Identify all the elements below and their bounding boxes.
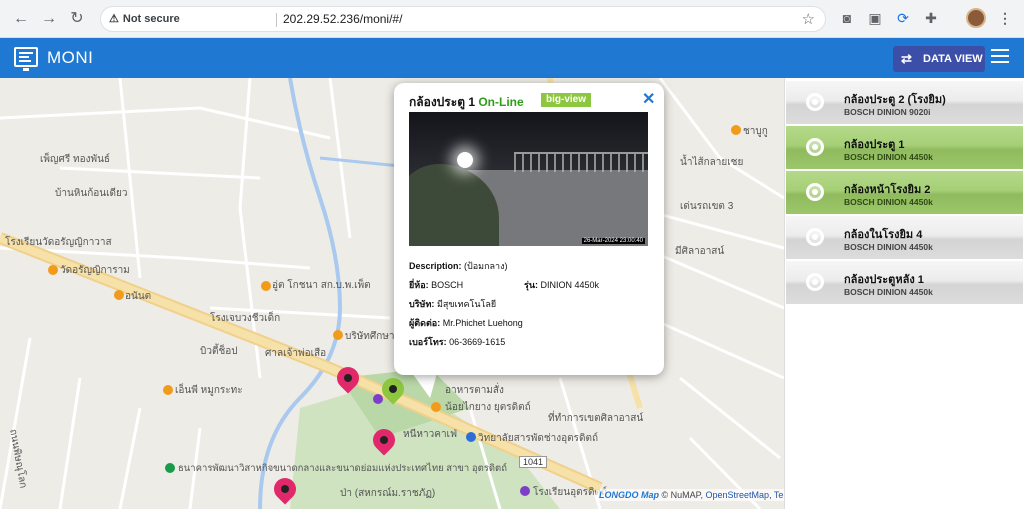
map-label: ชาบูกู xyxy=(743,126,768,137)
map-label: วัดอรัญญิการาม xyxy=(60,265,130,276)
hamburger-menu-icon[interactable] xyxy=(991,49,1009,65)
restaurant-poi-icon[interactable] xyxy=(731,125,741,135)
bank-poi-icon[interactable] xyxy=(165,463,175,473)
address-bar[interactable]: ⚠ Not secure 202.29.52.236/moni/#/ ☆ xyxy=(100,6,826,32)
road-shield: 1041 xyxy=(519,456,548,468)
url-text[interactable]: 202.29.52.236/moni/#/ xyxy=(283,12,402,26)
extensions-puzzle-icon[interactable]: ✚ xyxy=(922,9,940,27)
feed-timestamp: 26-Mar-2024 23:00:40 xyxy=(581,238,645,244)
osm-link[interactable]: OpenStreetMap xyxy=(706,490,770,500)
sync-extension-icon[interactable]: ⟳ xyxy=(894,9,912,27)
camera-extension-icon[interactable]: ◙ xyxy=(838,9,856,27)
security-indicator[interactable]: ⚠ Not secure xyxy=(109,12,180,25)
map-label: เด่นรถเขต 3 xyxy=(680,201,734,212)
map-label: ศาลเจ้าพ่อเสือ xyxy=(265,348,327,359)
popup-title: กล้องประตู 1 On-Line xyxy=(409,95,524,109)
camera-icon xyxy=(806,183,824,201)
map-canvas[interactable]: เพ็ญศรี ทองพันธ์ บ้านหินก้อนเดียว โรงเรี… xyxy=(0,78,784,509)
camera-list-item[interactable]: กล้องประตู 1 BOSCH DINION 4450k xyxy=(786,126,1023,169)
camera-feed-image[interactable]: 26-Mar-2024 23:00:40 xyxy=(409,112,648,246)
data-view-button[interactable]: ⇄ DATA VIEW xyxy=(893,46,985,72)
school-poi-icon[interactable] xyxy=(466,432,476,442)
profile-avatar[interactable] xyxy=(966,8,986,28)
map-label: อู่ต โกชนา สก.บ.พ.เพ็ต xyxy=(272,280,371,291)
browser-menu-icon[interactable]: ⋮ xyxy=(996,9,1014,27)
back-icon[interactable]: ← xyxy=(10,8,32,30)
map-label: โรงเรียนวัดอรัญญิกาวาส xyxy=(5,237,112,248)
camera-icon xyxy=(806,138,824,156)
contact-row: ผู้ติดต่อ: Mr.Phichet Luehong xyxy=(409,318,523,328)
restaurant-poi-icon[interactable] xyxy=(431,402,441,412)
monitor-icon xyxy=(14,47,38,71)
camera-list-item[interactable]: กล้องประตู 2 (โรงยิม) BOSCH DINION 9020i xyxy=(786,81,1023,124)
camera-list-item[interactable]: กล้องประตูหลัง 1 BOSCH DINION 4450k xyxy=(786,261,1023,304)
online-status: On-Line xyxy=(478,95,524,109)
map-label: บ้านหินก้อนเดียว xyxy=(55,188,128,199)
shop-poi-icon[interactable] xyxy=(373,394,383,404)
map-label: น้อยไกยาง ยุตรดิตถ์ xyxy=(445,402,531,413)
restaurant-poi-icon[interactable] xyxy=(163,385,173,395)
map-label: น้ำไส้กลายเชย xyxy=(680,157,744,168)
bookmark-star-icon[interactable]: ☆ xyxy=(802,10,815,28)
map-label: อาหารตามสั่ง xyxy=(445,385,504,396)
temple-poi-icon[interactable] xyxy=(48,265,58,275)
restaurant-poi-icon[interactable] xyxy=(261,281,271,291)
map-label: มีศิลาอาสน์ xyxy=(675,246,725,257)
map-label: ป่า (สหกรณ์ม.ราชภัฏ) xyxy=(340,488,436,499)
description-row: Description: (ป้อมกลาง) xyxy=(409,261,508,271)
camera-icon xyxy=(806,228,824,246)
app-title: MONI xyxy=(47,48,94,67)
big-view-button[interactable]: big-view xyxy=(541,93,592,107)
cast-icon[interactable]: ▣ xyxy=(866,9,884,27)
camera-icon xyxy=(806,273,824,291)
map-label: ที่ทำการเขตศิลาอาสน์ xyxy=(548,413,644,424)
map-label: ธนาคารพัฒนาวิสาหกิจขนาดกลางและขนาดย่อมแห… xyxy=(178,463,507,474)
map-label: บริษัทศึกษา xyxy=(345,331,395,342)
map-label: อนันต xyxy=(125,291,152,302)
office-poi-icon[interactable] xyxy=(333,330,343,340)
forward-icon[interactable]: → xyxy=(38,8,60,30)
map-label: โรงเจบวงชีวเด็ก xyxy=(210,313,281,324)
swap-arrows-icon: ⇄ xyxy=(901,51,912,66)
map-label: เอ็นพี หมูกระทะ xyxy=(175,385,243,396)
map-label: เพ็ญศรี ทองพันธ์ xyxy=(40,154,111,165)
phone-row: เบอร์โทร: 06-3669-1615 xyxy=(409,337,506,347)
reload-icon[interactable]: ↻ xyxy=(66,8,88,30)
map-label: หนีหาวคาเฟ่ xyxy=(403,429,458,440)
map-attribution: LONGDO Map © NuMAP, OpenStreetMap, Terms xyxy=(596,489,802,501)
brand-row: ยี่ห้อ: BOSCH xyxy=(409,280,464,290)
school-poi-icon[interactable] xyxy=(520,486,530,496)
map-label: วิทยาลัยสารพัดช่างอุตรดิตถ์ xyxy=(478,433,599,444)
camera-info-popup: กล้องประตู 1 On-Line big-view ✕ 26-Mar-2… xyxy=(394,83,664,375)
company-row: บริษัท: มีสุขเทคโนโลยี xyxy=(409,299,497,309)
longdo-logo[interactable]: LONGDO Map xyxy=(599,490,659,500)
camera-list-item[interactable]: กล้องในโรงยิม 4 BOSCH DINION 4450k xyxy=(786,216,1023,259)
close-icon[interactable]: ✕ xyxy=(642,89,655,109)
browser-toolbar: ← → ↻ ⚠ Not secure 202.29.52.236/moni/#/ … xyxy=(0,0,1024,38)
camera-icon xyxy=(806,93,824,111)
map-label: บิวตี้ช็อป xyxy=(200,346,238,357)
shop-poi-icon[interactable] xyxy=(114,290,124,300)
app-header: MONI xyxy=(0,38,1024,78)
camera-list: กล้องประตู 2 (โรงยิม) BOSCH DINION 9020i… xyxy=(784,78,1024,509)
model-row: รุ่น: DINION 4450k xyxy=(524,280,600,290)
camera-list-item[interactable]: กล้องหน้าโรงยิม 2 BOSCH DINION 4450k xyxy=(786,171,1023,214)
warning-icon: ⚠ xyxy=(109,13,119,25)
